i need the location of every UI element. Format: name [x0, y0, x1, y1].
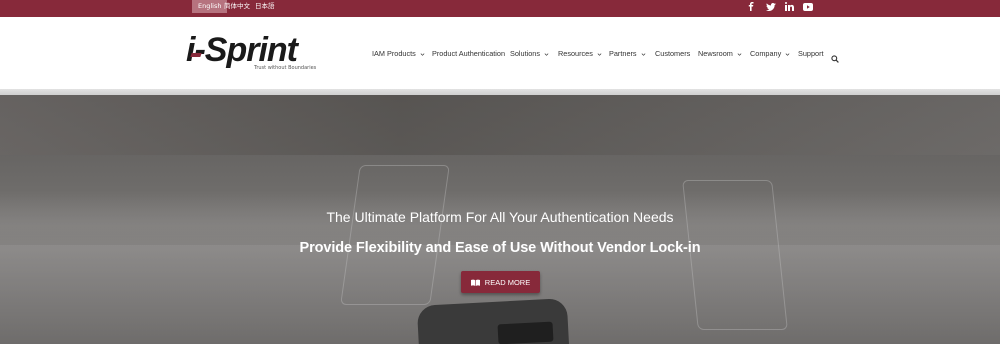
chevron-down-icon [597, 52, 602, 56]
hero-banner: The Ultimate Platform For All Your Authe… [0, 95, 1000, 344]
lang-english[interactable]: English [192, 0, 228, 13]
linkedin-icon[interactable] [785, 0, 794, 13]
facebook-icon[interactable] [748, 0, 754, 13]
logo-accent [190, 53, 202, 57]
nav-solutions[interactable]: Solutions [510, 49, 549, 59]
nav-support[interactable]: Support [798, 49, 824, 59]
hero-device-screen [497, 321, 554, 344]
nav-resources[interactable]: Resources [558, 49, 602, 59]
book-icon [470, 279, 480, 286]
top-bar: English 简体中文 日本語 [0, 0, 1000, 17]
nav-partners[interactable]: Partners [609, 49, 646, 59]
logo[interactable]: i-Sprint Trust without Boundaries [186, 31, 316, 75]
chevron-down-icon [737, 52, 742, 56]
hero-title: The Ultimate Platform For All Your Authe… [326, 209, 674, 225]
hero-background-band [0, 95, 1000, 155]
lang-japanese[interactable]: 日本語 [255, 0, 275, 13]
youtube-icon[interactable] [803, 0, 813, 13]
lang-simplified-chinese[interactable]: 简体中文 [224, 0, 250, 13]
nav-product-authentication[interactable]: Product Authentication [432, 49, 505, 59]
read-more-label: READ MORE [484, 277, 531, 287]
twitter-icon[interactable] [766, 0, 776, 13]
hero-subtitle: Provide Flexibility and Ease of Use With… [299, 240, 701, 256]
logo-tagline: Trust without Boundaries [254, 65, 317, 71]
search-icon[interactable] [831, 50, 839, 68]
chevron-down-icon [785, 52, 790, 56]
chevron-down-icon [544, 52, 549, 56]
chevron-down-icon [641, 52, 645, 56]
nav-newsroom[interactable]: Newsroom [698, 49, 742, 59]
chevron-down-icon [420, 52, 425, 56]
read-more-button[interactable]: READ MORE [461, 271, 540, 293]
nav-company[interactable]: Company [750, 49, 790, 59]
nav-customers[interactable]: Customers [655, 49, 690, 59]
nav-iam-products[interactable]: IAM Products [372, 49, 425, 59]
